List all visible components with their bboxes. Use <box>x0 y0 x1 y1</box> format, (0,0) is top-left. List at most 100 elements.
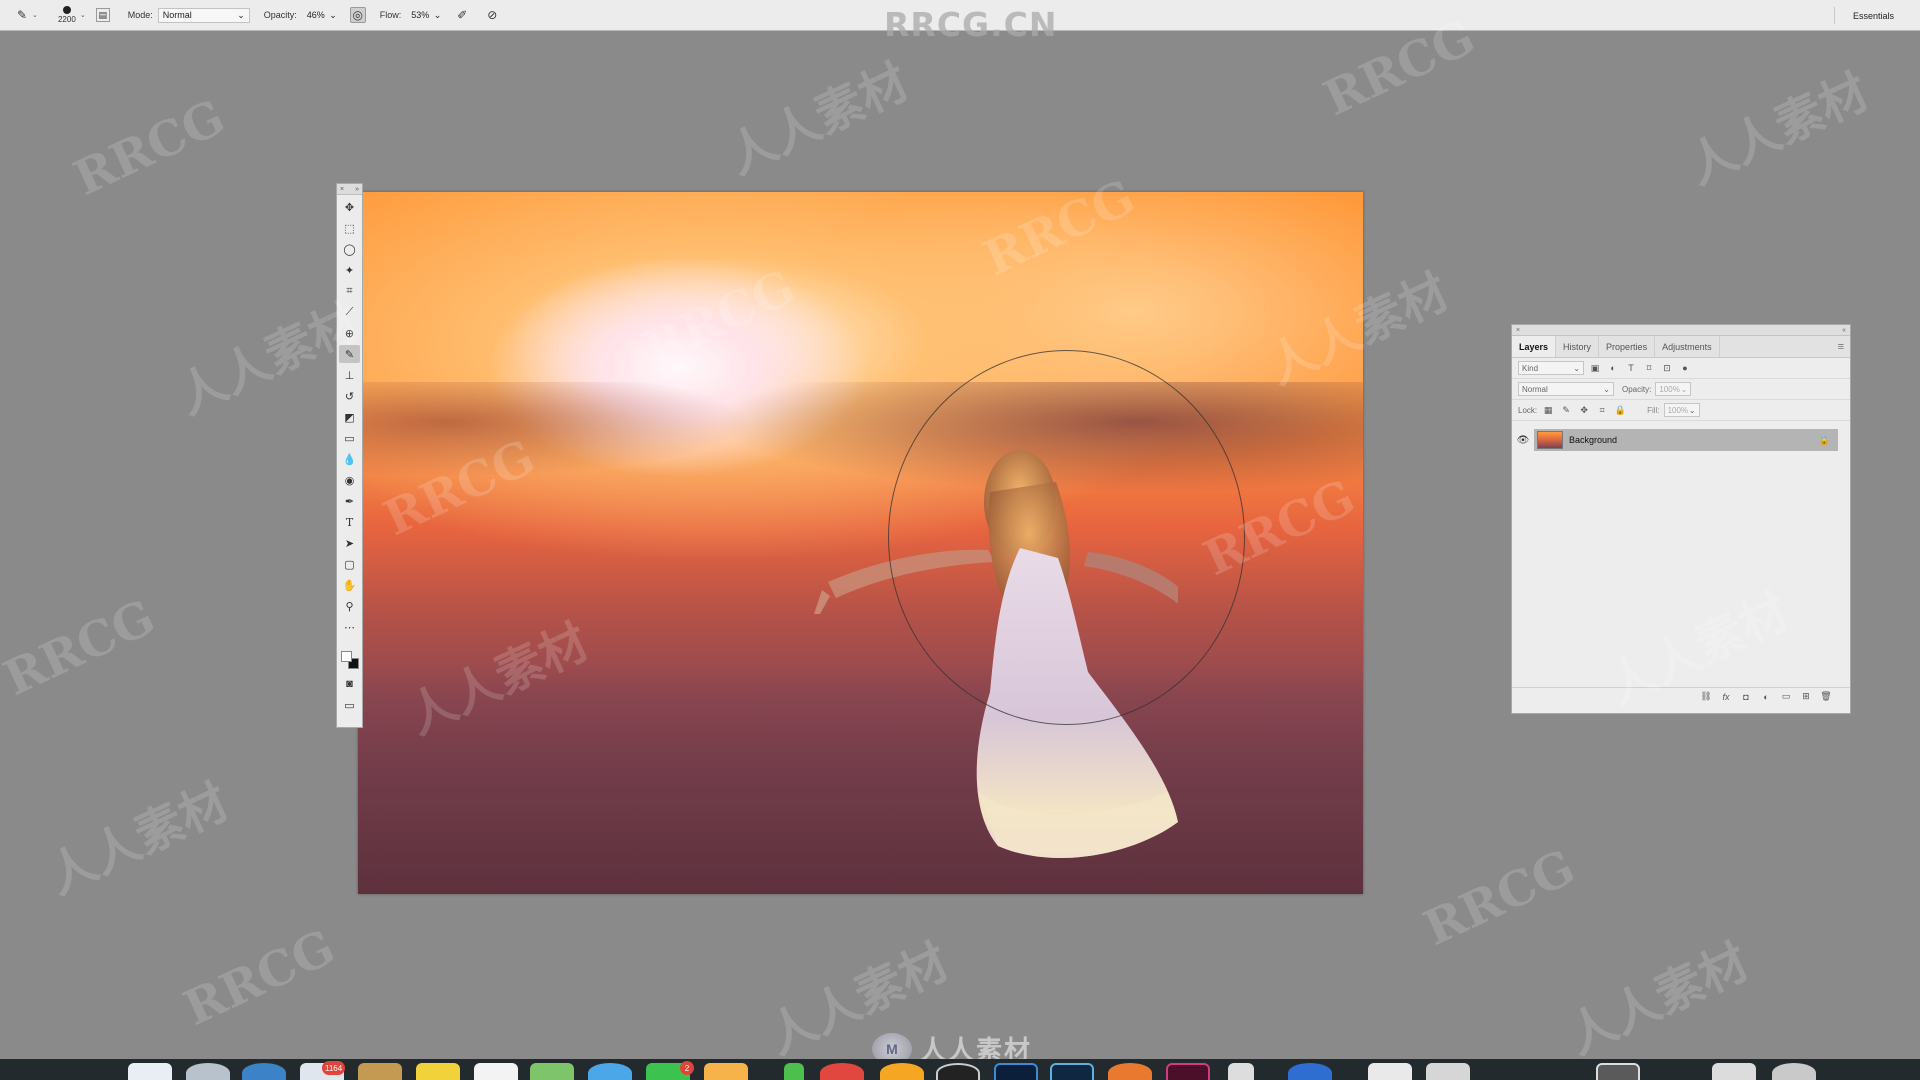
adjustment-filter-icon[interactable]: ◐ <box>1606 361 1620 375</box>
brush-tool-preset-icon[interactable]: ✎ <box>14 7 30 23</box>
eraser-tool-icon[interactable]: ◩ <box>339 408 360 426</box>
fill-field[interactable]: 100% ⌄ <box>1663 403 1700 417</box>
script-editor-icon[interactable] <box>1228 1063 1254 1080</box>
firefox-icon[interactable] <box>1108 1063 1152 1080</box>
launchpad-icon[interactable] <box>186 1063 230 1080</box>
blur-tool-icon[interactable]: 💧 <box>339 450 360 468</box>
tools-panel-header[interactable]: × » <box>337 184 362 195</box>
panel-menu-icon[interactable]: ≡ <box>1838 336 1850 357</box>
hand-tool-icon[interactable]: ✋ <box>339 576 360 594</box>
maps-icon[interactable] <box>530 1063 574 1080</box>
tab-adjustments[interactable]: Adjustments <box>1655 336 1720 357</box>
lock-all-icon[interactable]: 🔒 <box>1613 403 1627 417</box>
blend-mode-select[interactable]: Normal ⌄ <box>1518 382 1614 396</box>
zoom-tool-icon[interactable]: ⚲ <box>339 597 360 615</box>
lock-artboard-icon[interactable]: ⌗ <box>1595 403 1609 417</box>
eyedropper-tool-icon[interactable]: ⟋ <box>339 303 360 321</box>
tab-history[interactable]: History <box>1556 336 1600 357</box>
quick-selection-tool-icon[interactable]: ✦ <box>339 261 360 279</box>
brush-preset-picker[interactable]: 2200 <box>54 2 80 28</box>
dodge-tool-icon[interactable]: ◉ <box>339 471 360 489</box>
new-group-icon[interactable]: ▭ <box>1776 691 1796 702</box>
pressure-size-icon[interactable]: ⊘ <box>484 7 500 23</box>
folder-stack-icon[interactable] <box>1426 1063 1470 1080</box>
lightroom-icon[interactable] <box>1050 1063 1094 1080</box>
spot-healing-tool-icon[interactable]: ⊕ <box>339 324 360 342</box>
layer-opacity-field[interactable]: 100% ⌄ <box>1655 382 1692 396</box>
music-icon[interactable] <box>820 1063 864 1080</box>
ibooks-icon[interactable] <box>880 1063 924 1080</box>
collapse-icon[interactable]: « <box>1842 327 1846 334</box>
gradient-tool-icon[interactable]: ▭ <box>339 429 360 447</box>
screen-mode-icon[interactable]: ▭ <box>339 696 360 714</box>
flow-field[interactable]: 53% ⌄ <box>406 8 446 23</box>
safari-icon[interactable] <box>242 1063 286 1080</box>
brush-panel-toggle-icon[interactable]: ▤ <box>95 8 110 22</box>
document-canvas[interactable] <box>358 192 1363 894</box>
path-selection-tool-icon[interactable]: ➤ <box>339 534 360 552</box>
layer-lock-icon[interactable]: 🔒 <box>1819 435 1830 446</box>
screenshot-stack-icon[interactable] <box>1596 1063 1640 1080</box>
smart-object-filter-icon[interactable]: ⊡ <box>1660 361 1674 375</box>
opacity-field[interactable]: 46% ⌄ <box>302 8 342 23</box>
move-tool-icon[interactable]: ✥ <box>339 198 360 216</box>
photos-icon[interactable] <box>588 1063 632 1080</box>
indesign-icon[interactable] <box>1166 1063 1210 1080</box>
rectangle-tool-icon[interactable]: ▢ <box>339 555 360 573</box>
downloads-stack-icon[interactable] <box>1712 1063 1756 1080</box>
lasso-tool-icon[interactable]: ◯ <box>339 240 360 258</box>
photoshop-icon[interactable] <box>994 1063 1038 1080</box>
clone-stamp-tool-icon[interactable]: ⊥ <box>339 366 360 384</box>
layer-body[interactable]: Background 🔒 <box>1534 429 1838 451</box>
delete-layer-icon[interactable]: 🗑 <box>1816 691 1836 702</box>
layer-style-icon[interactable]: fx <box>1716 692 1736 702</box>
notes-icon[interactable] <box>416 1063 460 1080</box>
brush-tool-icon[interactable]: ✎ <box>339 345 360 363</box>
chevron-down-icon[interactable]: ⌄ <box>32 11 38 19</box>
lock-position-icon[interactable]: ✥ <box>1577 403 1591 417</box>
airbrush-icon[interactable]: ✐ <box>454 7 470 23</box>
layer-row[interactable]: 👁 Background 🔒 <box>1512 428 1850 452</box>
finder-icon[interactable] <box>128 1063 172 1080</box>
pixel-filter-icon[interactable]: ▣ <box>1588 361 1602 375</box>
color-swatches[interactable] <box>339 648 360 672</box>
lock-pixels-icon[interactable]: ✎ <box>1559 403 1573 417</box>
panel-titlebar[interactable]: × « <box>1512 325 1850 336</box>
crop-tool-icon[interactable]: ⌗ <box>339 282 360 300</box>
pressure-opacity-icon[interactable]: ◎ <box>349 7 366 23</box>
type-filter-icon[interactable]: T <box>1624 361 1638 375</box>
mail-icon[interactable]: 1164 <box>300 1061 346 1080</box>
type-tool-icon[interactable]: T <box>339 513 360 531</box>
pen-tool-icon[interactable]: ✒ <box>339 492 360 510</box>
close-icon[interactable]: × <box>340 186 344 193</box>
link-layers-icon[interactable]: ⛓ <box>1696 691 1716 702</box>
history-brush-tool-icon[interactable]: ↺ <box>339 387 360 405</box>
trash-icon[interactable] <box>1772 1063 1816 1080</box>
teamviewer-icon[interactable] <box>1288 1063 1332 1080</box>
close-icon[interactable]: × <box>1516 327 1520 334</box>
edit-toolbar-icon[interactable]: ⋯ <box>339 618 360 636</box>
mode-select[interactable]: Normal ⌄ <box>157 7 250 23</box>
numbers-icon[interactable] <box>784 1063 804 1080</box>
collapse-icon[interactable]: » <box>355 186 359 193</box>
lock-transparency-icon[interactable]: ▦ <box>1541 403 1555 417</box>
add-mask-icon[interactable]: ◘ <box>1736 692 1756 702</box>
app-store-icon[interactable] <box>936 1063 980 1080</box>
filter-toggle-icon[interactable]: ● <box>1678 361 1692 375</box>
pages-icon[interactable] <box>704 1063 748 1080</box>
chevron-down-icon[interactable]: ⌄ <box>80 11 86 19</box>
foreground-color-swatch[interactable] <box>341 651 352 662</box>
quick-mask-icon[interactable]: ◙ <box>339 675 360 693</box>
marquee-tool-icon[interactable]: ⬚ <box>339 219 360 237</box>
contacts-icon[interactable] <box>358 1063 402 1080</box>
messages-icon[interactable]: 2 <box>646 1061 694 1080</box>
filter-kind-select[interactable]: Kind ⌄ <box>1518 361 1584 375</box>
reminders-icon[interactable] <box>474 1063 518 1080</box>
shape-filter-icon[interactable]: ⌑ <box>1642 361 1656 375</box>
tab-properties[interactable]: Properties <box>1599 336 1656 357</box>
document-icon[interactable] <box>1368 1063 1412 1080</box>
new-layer-icon[interactable]: ⊞ <box>1796 691 1816 702</box>
tab-layers[interactable]: Layers <box>1512 336 1557 357</box>
visibility-eye-icon[interactable]: 👁 <box>1512 428 1534 452</box>
adjustment-layer-icon[interactable]: ◐ <box>1756 692 1776 702</box>
